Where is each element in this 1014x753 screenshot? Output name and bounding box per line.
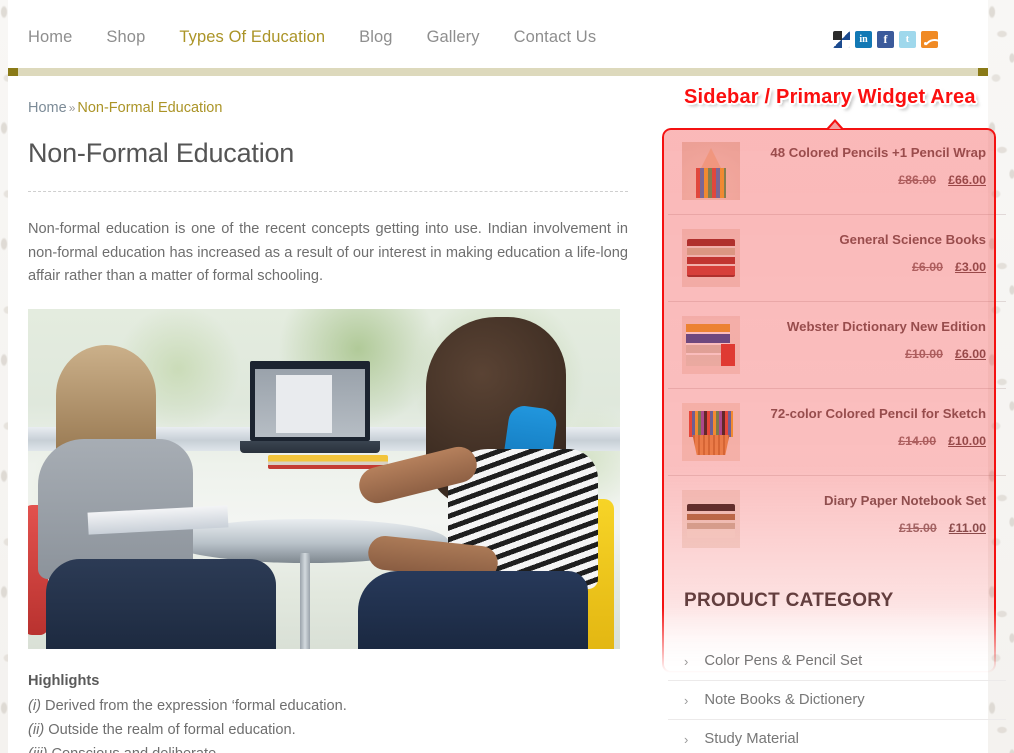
page-title: Non-Formal Education bbox=[28, 138, 295, 168]
chevron-right-icon: › bbox=[684, 692, 689, 708]
product-name[interactable]: 72-color Colored Pencil for Sketch bbox=[752, 405, 986, 422]
product-category-list: › Color Pens & Pencil Set › Note Books &… bbox=[668, 642, 1006, 753]
dictionary-thumbnail bbox=[682, 316, 740, 374]
twitter-icon[interactable]: t bbox=[899, 31, 916, 48]
highlight-text: Conscious and deliberate. bbox=[52, 746, 221, 753]
product-info: 72-color Colored Pencil for Sketch £14.0… bbox=[740, 403, 986, 448]
highlight-item: (ii) Outside the realm of formal educati… bbox=[28, 719, 628, 742]
highlight-marker: (ii) bbox=[28, 721, 45, 738]
photo-person-right-jeans bbox=[358, 570, 588, 649]
price-sale: £66.00 bbox=[948, 173, 986, 187]
linkedin-icon[interactable]: in bbox=[855, 31, 872, 48]
price-sale: £10.00 bbox=[948, 434, 986, 448]
background-texture-left bbox=[0, 0, 8, 753]
nav-item-types-of-education[interactable]: Types Of Education bbox=[162, 28, 342, 47]
list-item[interactable]: 72-color Colored Pencil for Sketch £14.0… bbox=[668, 389, 1006, 476]
product-info: Diary Paper Notebook Set £15.00 £11.00 bbox=[740, 490, 986, 535]
nav-item-blog[interactable]: Blog bbox=[342, 28, 409, 47]
intro-paragraph: Non-formal education is one of the recen… bbox=[28, 221, 628, 284]
product-name[interactable]: 48 Colored Pencils +1 Pencil Wrap bbox=[752, 144, 986, 161]
highlight-item: (iii) Conscious and deliberate. bbox=[28, 743, 628, 753]
product-category-widget-title: PRODUCT CATEGORY bbox=[684, 590, 894, 611]
chevron-right-icon: › bbox=[684, 731, 689, 747]
price-sale: £6.00 bbox=[954, 347, 986, 361]
annotation-caret-icon bbox=[826, 119, 844, 129]
photo-laptop-base bbox=[240, 440, 380, 453]
breadcrumb-current: Non-Formal Education bbox=[77, 100, 223, 116]
photo-books-on-table bbox=[268, 454, 388, 469]
breadcrumb-separator: » bbox=[68, 101, 76, 115]
nav-item-gallery[interactable]: Gallery bbox=[410, 28, 497, 47]
sidebar-item-label: Color Pens & Pencil Set bbox=[704, 653, 863, 669]
accent-cap-left bbox=[8, 68, 18, 76]
product-name[interactable]: Webster Dictionary New Edition bbox=[752, 318, 986, 335]
price-original: £86.00 bbox=[898, 173, 937, 187]
site-header: Home Shop Types Of Education Blog Galler… bbox=[8, 0, 988, 68]
price-original: £15.00 bbox=[898, 521, 937, 535]
title-divider bbox=[28, 191, 628, 192]
sidebar-item-study-material[interactable]: › Study Material bbox=[668, 720, 1006, 753]
notebook-set-thumbnail bbox=[682, 490, 740, 548]
colored-pencils-thumbnail bbox=[682, 142, 740, 200]
delicious-icon[interactable] bbox=[833, 31, 850, 48]
sidebar-item-label: Study Material bbox=[704, 731, 799, 747]
product-prices: £86.00 £66.00 bbox=[752, 173, 986, 187]
photo-laptop-document bbox=[276, 374, 332, 433]
highlight-text: Derived from the expression ‘formal educ… bbox=[45, 697, 347, 714]
photo-person-left-jeans bbox=[46, 558, 276, 649]
breadcrumb: Home» Non-Formal Education bbox=[28, 100, 628, 116]
product-prices: £14.00 £10.00 bbox=[752, 434, 986, 448]
breadcrumb-home-link[interactable]: Home bbox=[28, 100, 67, 116]
highlight-marker: (i) bbox=[28, 697, 41, 714]
product-prices: £10.00 £6.00 bbox=[752, 347, 986, 361]
list-item[interactable]: Diary Paper Notebook Set £15.00 £11.00 bbox=[668, 476, 1006, 562]
site-canvas: Home Shop Types Of Education Blog Galler… bbox=[8, 0, 1006, 753]
highlight-text: Outside the realm of formal education. bbox=[48, 721, 296, 738]
facebook-icon[interactable]: f bbox=[877, 31, 894, 48]
nav-item-contact-us[interactable]: Contact Us bbox=[497, 28, 614, 47]
nav-item-home[interactable]: Home bbox=[28, 28, 89, 47]
product-info: Webster Dictionary New Edition £10.00 £6.… bbox=[740, 316, 986, 361]
rss-icon[interactable] bbox=[921, 31, 938, 48]
page-root: Home Shop Types Of Education Blog Galler… bbox=[0, 0, 1014, 753]
social-links: in f t bbox=[833, 31, 938, 48]
price-original: £10.00 bbox=[905, 347, 943, 361]
chevron-right-icon: › bbox=[684, 653, 689, 669]
price-sale: £11.00 bbox=[948, 521, 986, 535]
nav-item-shop[interactable]: Shop bbox=[89, 28, 162, 47]
accent-cap-right bbox=[978, 68, 988, 76]
featured-products-widget: 48 Colored Pencils +1 Pencil Wrap £86.00… bbox=[668, 128, 1006, 562]
list-item[interactable]: 48 Colored Pencils +1 Pencil Wrap £86.00… bbox=[668, 128, 1006, 215]
main-content: Home» Non-Formal Education Non-Formal Edu… bbox=[28, 100, 628, 753]
product-name[interactable]: General Science Books bbox=[752, 231, 986, 248]
product-info: General Science Books £6.00 £3.00 bbox=[740, 229, 986, 274]
sketch-pencils-thumbnail bbox=[682, 403, 740, 461]
list-item[interactable]: General Science Books £6.00 £3.00 bbox=[668, 215, 1006, 302]
annotation-label: Sidebar / Primary Widget Area bbox=[684, 86, 976, 108]
sidebar-item-label: Note Books & Dictionery bbox=[704, 692, 865, 708]
science-books-thumbnail bbox=[682, 229, 740, 287]
sidebar-item-note-books-dictionery[interactable]: › Note Books & Dictionery bbox=[668, 681, 1006, 720]
sidebar-item-color-pens-pencil-set[interactable]: › Color Pens & Pencil Set bbox=[668, 642, 1006, 681]
article-photo bbox=[28, 308, 620, 649]
primary-sidebar: 48 Colored Pencils +1 Pencil Wrap £86.00… bbox=[668, 128, 1006, 753]
price-original: £6.00 bbox=[911, 260, 943, 274]
highlight-item: (i) Derived from the expression ‘formal … bbox=[28, 695, 628, 718]
highlight-marker: (iii) bbox=[28, 746, 47, 753]
product-prices: £15.00 £11.00 bbox=[752, 521, 986, 535]
product-name[interactable]: Diary Paper Notebook Set bbox=[752, 492, 986, 509]
photo-table-stem bbox=[300, 552, 310, 649]
header-accent-bar bbox=[8, 68, 988, 76]
price-original: £14.00 bbox=[898, 434, 937, 448]
list-item[interactable]: Webster Dictionary New Edition £10.00 £6.… bbox=[668, 302, 1006, 389]
price-sale: £3.00 bbox=[954, 260, 986, 274]
product-prices: £6.00 £3.00 bbox=[752, 260, 986, 274]
main-navigation: Home Shop Types Of Education Blog Galler… bbox=[28, 28, 613, 47]
highlights-heading: Highlights bbox=[28, 672, 100, 689]
product-info: 48 Colored Pencils +1 Pencil Wrap £86.00… bbox=[740, 142, 986, 187]
